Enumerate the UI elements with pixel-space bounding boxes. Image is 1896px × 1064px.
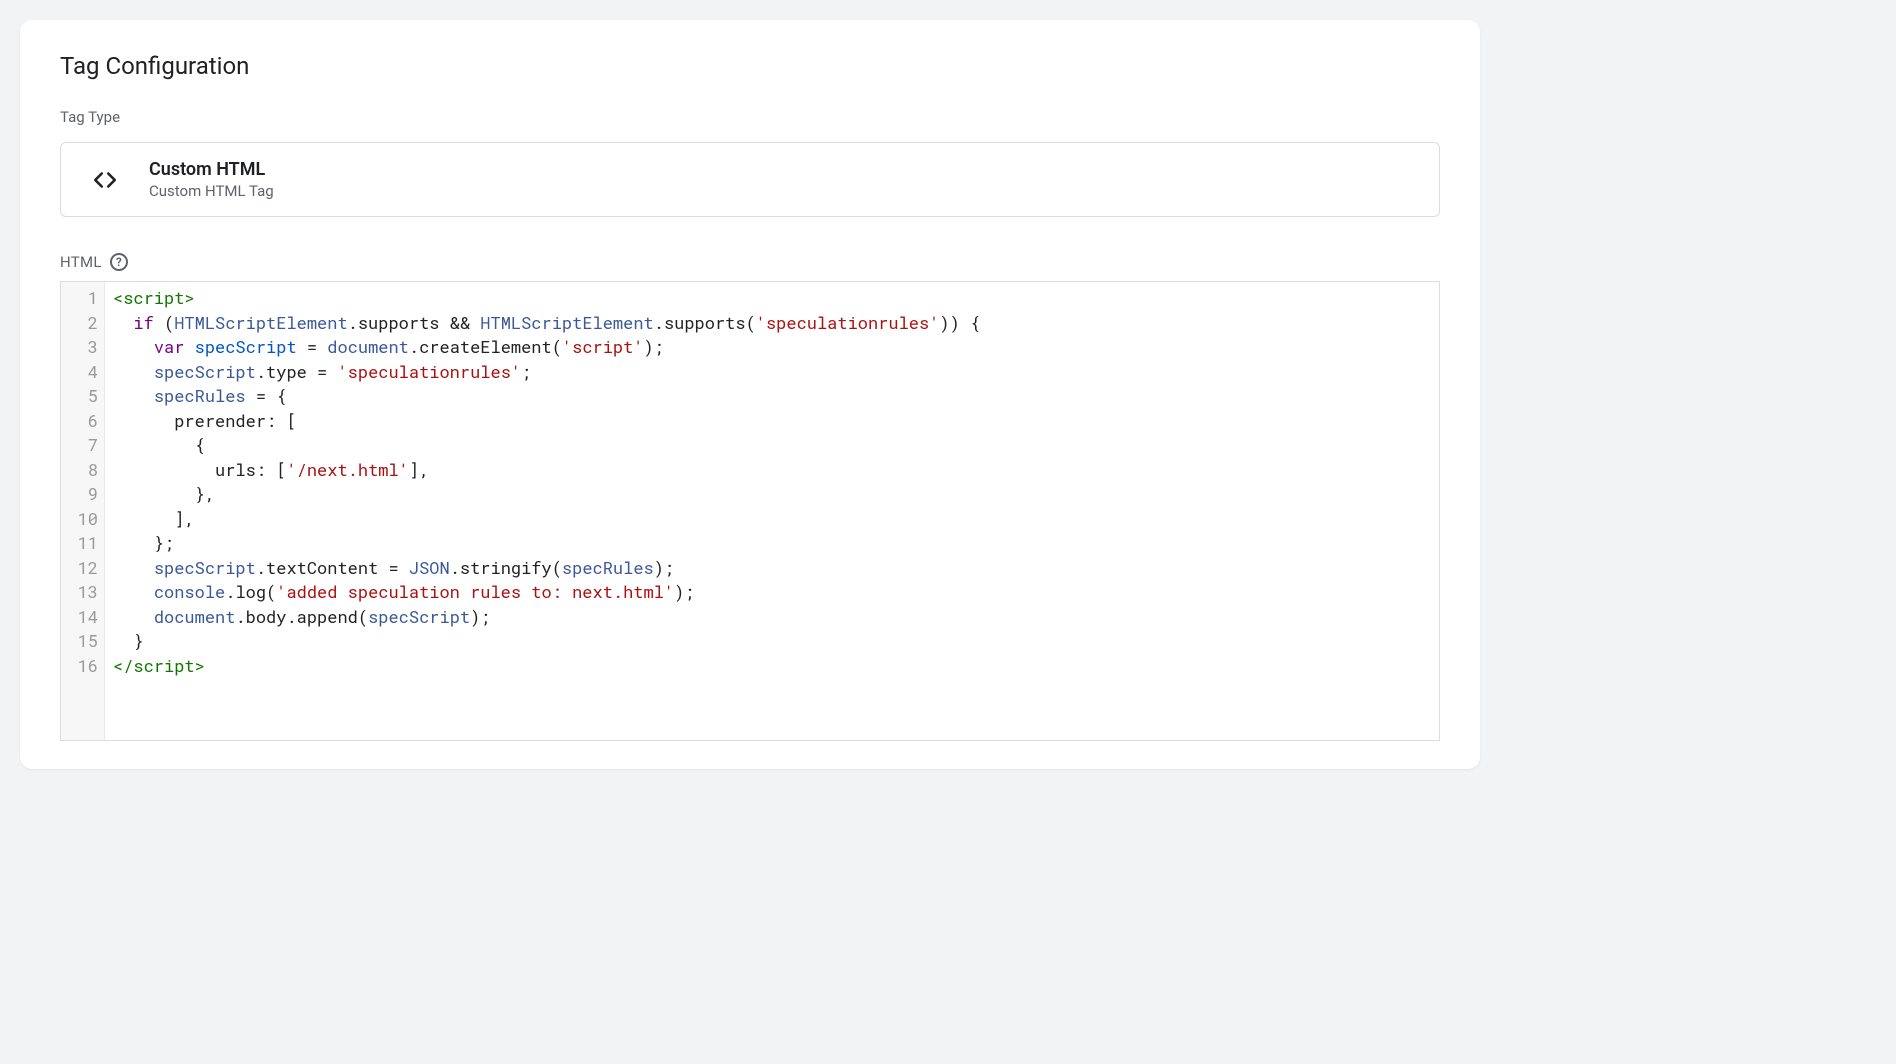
- line-number: 15: [73, 629, 98, 654]
- code-line[interactable]: specScript.textContent = JSON.stringify(…: [113, 556, 1431, 581]
- code-line[interactable]: var specScript = document.createElement(…: [113, 335, 1431, 360]
- code-line[interactable]: };: [113, 531, 1431, 556]
- html-code-editor[interactable]: 12345678910111213141516 <script> if (HTM…: [60, 281, 1440, 741]
- line-number: 2: [73, 311, 98, 336]
- code-line[interactable]: urls: ['/next.html'],: [113, 458, 1431, 483]
- line-number: 3: [73, 335, 98, 360]
- code-line[interactable]: <script>: [113, 286, 1431, 311]
- line-number: 16: [73, 654, 98, 679]
- code-line[interactable]: </script>: [113, 654, 1431, 679]
- line-number: 7: [73, 433, 98, 458]
- line-number: 13: [73, 580, 98, 605]
- line-number: 11: [73, 531, 98, 556]
- line-number: 6: [73, 409, 98, 434]
- tag-type-text: Custom HTML Custom HTML Tag: [149, 159, 274, 200]
- line-number: 10: [73, 507, 98, 532]
- html-label: HTML: [60, 253, 102, 271]
- line-number: 9: [73, 482, 98, 507]
- html-editor-header: HTML ?: [20, 217, 1480, 281]
- tag-type-label: Tag Type: [20, 108, 1480, 142]
- line-number: 4: [73, 360, 98, 385]
- code-line[interactable]: prerender: [: [113, 409, 1431, 434]
- line-number: 8: [73, 458, 98, 483]
- code-line[interactable]: {: [113, 433, 1431, 458]
- tag-configuration-card: Tag Configuration Tag Type Custom HTML C…: [20, 20, 1480, 769]
- line-number: 12: [73, 556, 98, 581]
- code-line[interactable]: specScript.type = 'speculationrules';: [113, 360, 1431, 385]
- code-icon: [85, 160, 125, 200]
- line-number: 14: [73, 605, 98, 630]
- code-line[interactable]: if (HTMLScriptElement.supports && HTMLSc…: [113, 311, 1431, 336]
- help-icon[interactable]: ?: [110, 253, 128, 271]
- code-line[interactable]: }: [113, 629, 1431, 654]
- tag-type-subtitle: Custom HTML Tag: [149, 182, 274, 200]
- line-number-gutter: 12345678910111213141516: [61, 282, 105, 740]
- code-area[interactable]: <script> if (HTMLScriptElement.supports …: [105, 282, 1439, 740]
- code-line[interactable]: console.log('added speculation rules to:…: [113, 580, 1431, 605]
- tag-type-title: Custom HTML: [149, 159, 274, 180]
- line-number: 5: [73, 384, 98, 409]
- code-line[interactable]: specRules = {: [113, 384, 1431, 409]
- tag-type-selector[interactable]: Custom HTML Custom HTML Tag: [60, 142, 1440, 217]
- code-line[interactable]: },: [113, 482, 1431, 507]
- code-line[interactable]: ],: [113, 507, 1431, 532]
- code-line[interactable]: document.body.append(specScript);: [113, 605, 1431, 630]
- card-title: Tag Configuration: [20, 52, 1480, 108]
- line-number: 1: [73, 286, 98, 311]
